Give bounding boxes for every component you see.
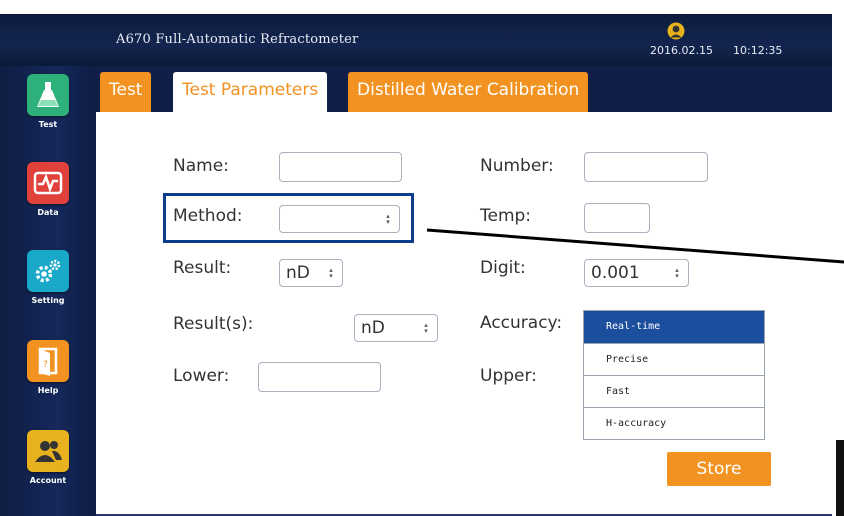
sidebar-item-test[interactable]: Test — [14, 74, 82, 129]
result-label: Result: — [173, 258, 232, 278]
user-status-icon[interactable] — [667, 22, 685, 40]
results-value: nD — [361, 318, 385, 338]
sidebar: Test Data Setting ? Help Account — [0, 66, 96, 516]
date-display: 2016.02.15 — [650, 44, 713, 57]
method-highlight-box — [163, 193, 414, 243]
number-field[interactable] — [584, 152, 708, 182]
lower-field[interactable] — [258, 362, 381, 392]
temp-label: Temp: — [480, 206, 532, 226]
sidebar-item-label: Setting — [31, 296, 65, 305]
spinner-arrows-icon: ▴ ▾ — [329, 266, 333, 280]
door-icon: ? — [27, 340, 69, 382]
accuracy-option-precise[interactable]: Precise — [584, 343, 764, 375]
accuracy-listbox[interactable]: Real-time Precise Fast H-accuracy — [583, 310, 765, 440]
users-icon — [27, 430, 69, 472]
title-bar: A670 Full-Automatic Refractometer 2016.0… — [0, 14, 832, 66]
digit-value: 0.001 — [591, 263, 640, 283]
sidebar-item-label: Help — [37, 386, 59, 395]
spinner-arrows-icon: ▴ ▾ — [424, 321, 428, 335]
result-select[interactable]: nD ▴ ▾ — [279, 259, 343, 287]
sidebar-item-setting[interactable]: Setting — [14, 250, 82, 305]
flask-icon — [27, 74, 69, 116]
tab-test-parameters[interactable]: Test Parameters — [173, 72, 328, 114]
name-label: Name: — [173, 156, 229, 176]
spinner-arrows-icon: ▴ ▾ — [675, 266, 679, 280]
number-label: Number: — [480, 156, 554, 176]
screen-edge — [832, 0, 844, 516]
sidebar-item-account[interactable]: Account — [14, 430, 82, 485]
upper-label: Upper: — [480, 366, 537, 386]
sidebar-item-label: Account — [29, 476, 67, 485]
device-screen: A670 Full-Automatic Refractometer 2016.0… — [0, 0, 844, 516]
sidebar-item-data[interactable]: Data — [14, 162, 82, 217]
name-field[interactable] — [279, 152, 402, 182]
sidebar-item-label: Data — [37, 208, 59, 217]
tab-bar: Test Test Parameters Distilled Water Cal… — [96, 66, 832, 114]
result-value: nD — [286, 263, 310, 283]
accuracy-option-h-accuracy[interactable]: H-accuracy — [584, 407, 764, 439]
chart-icon — [27, 162, 69, 204]
time-display: 10:12:35 — [733, 44, 783, 57]
sidebar-item-label: Test — [38, 120, 58, 129]
results-select[interactable]: nD ▴ ▾ — [354, 314, 438, 342]
bezel-notch — [836, 440, 844, 516]
store-button[interactable]: Store — [667, 452, 771, 486]
tab-distilled-water-calibration[interactable]: Distilled Water Calibration — [348, 72, 589, 114]
gears-icon — [27, 250, 69, 292]
app-title: A670 Full-Automatic Refractometer — [116, 32, 359, 47]
lower-label: Lower: — [173, 366, 230, 386]
tab-test[interactable]: Test — [100, 72, 152, 114]
sidebar-item-help[interactable]: ? Help — [14, 340, 82, 395]
temp-field[interactable] — [584, 203, 650, 233]
digit-label: Digit: — [480, 258, 526, 278]
digit-select[interactable]: 0.001 ▴ ▾ — [584, 259, 689, 287]
accuracy-option-real-time[interactable]: Real-time — [584, 311, 764, 343]
results-label: Result(s): — [173, 314, 254, 334]
svg-text:?: ? — [43, 360, 48, 370]
accuracy-option-fast[interactable]: Fast — [584, 375, 764, 407]
accuracy-label: Accuracy: — [480, 313, 563, 333]
